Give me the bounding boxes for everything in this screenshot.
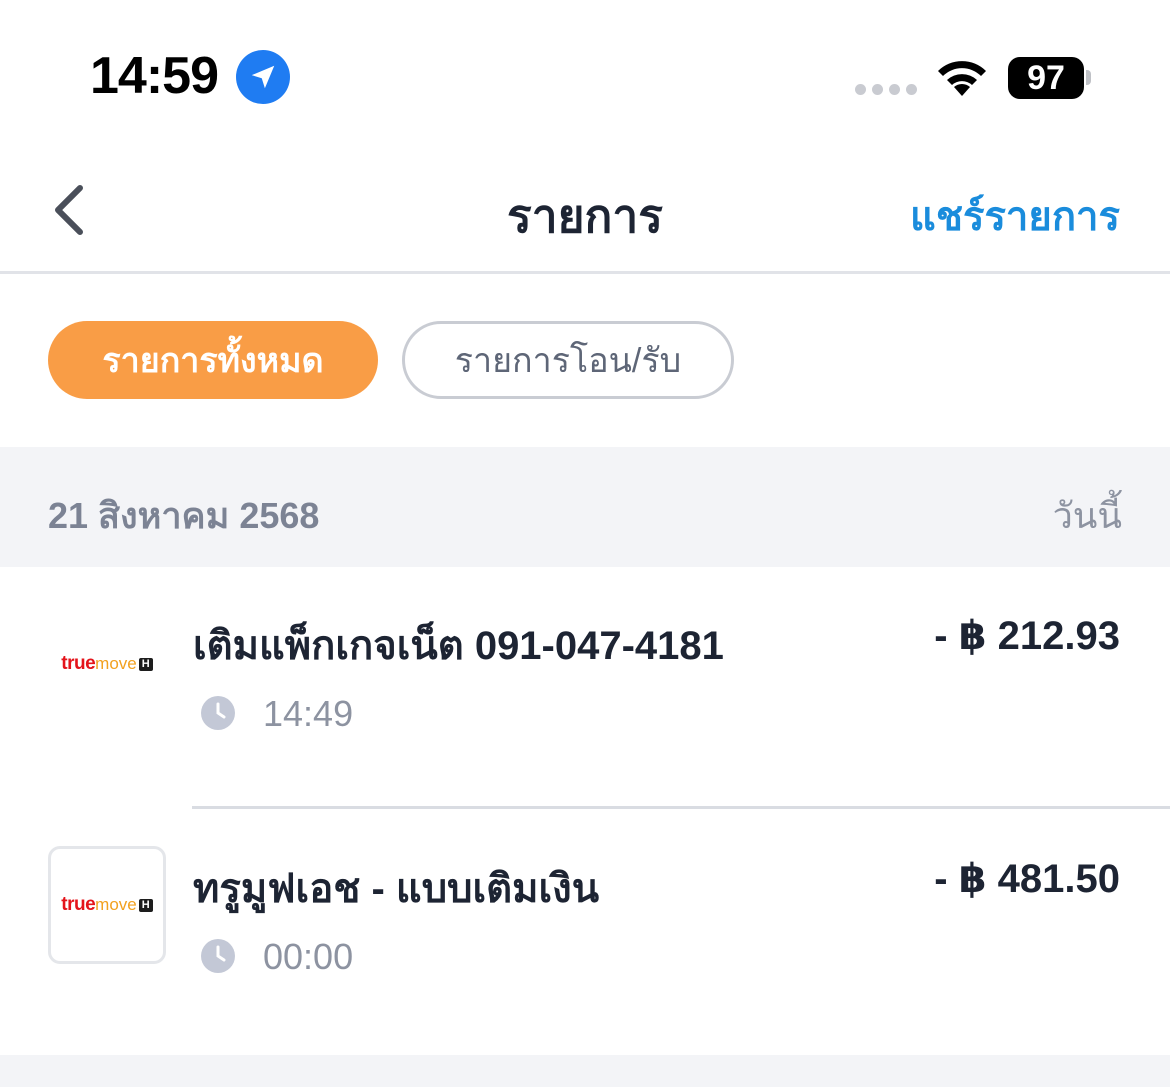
transaction-title: เติมแพ็กเกจเน็ต 091-047-4181	[193, 624, 724, 668]
battery-indicator: 97	[1008, 57, 1084, 99]
transaction-amount: - ฿ 212.93	[934, 614, 1120, 658]
date-group-header: 21 สิงหาคม 2568 วันนี้	[0, 447, 1170, 567]
transaction-time: 00:00	[263, 936, 354, 977]
list-footer-band	[0, 1055, 1170, 1087]
wifi-icon	[934, 56, 990, 103]
navigation-bar: รายการ แชร์รายการ	[0, 150, 1170, 274]
truemove-h-logo: true move H	[48, 605, 166, 723]
transaction-item[interactable]: true move H ทรูมูฟเอช - แบบเติมเงิน - ฿ 48…	[0, 810, 1170, 1054]
location-arrow-icon	[236, 50, 290, 104]
battery-tip	[1086, 70, 1091, 85]
clock-icon	[201, 696, 235, 730]
truemove-h-logo: true move H	[48, 846, 166, 964]
transaction-amount: - ฿ 481.50	[934, 857, 1120, 901]
clock-icon	[201, 939, 235, 973]
status-bar: 14:59 97	[0, 0, 1170, 150]
today-label: วันนี้	[1052, 495, 1122, 536]
filter-chips: รายการทั้งหมด รายการโอน/รับ	[48, 321, 734, 399]
cellular-signal-icon	[855, 84, 917, 95]
filter-transfer-transactions[interactable]: รายการโอน/รับ	[402, 321, 734, 399]
list-divider	[192, 806, 1170, 809]
share-list-button[interactable]: แชร์รายการ	[910, 184, 1120, 248]
status-time: 14:59	[90, 47, 219, 105]
transaction-title: ทรูมูฟเอช - แบบเติมเงิน	[193, 867, 600, 911]
filter-all-transactions[interactable]: รายการทั้งหมด	[48, 321, 378, 399]
transaction-item[interactable]: true move H เติมแพ็กเกจเน็ต 091-047-4181 -…	[0, 567, 1170, 807]
transaction-time: 14:49	[263, 693, 354, 734]
group-date: 21 สิงหาคม 2568	[48, 495, 320, 536]
